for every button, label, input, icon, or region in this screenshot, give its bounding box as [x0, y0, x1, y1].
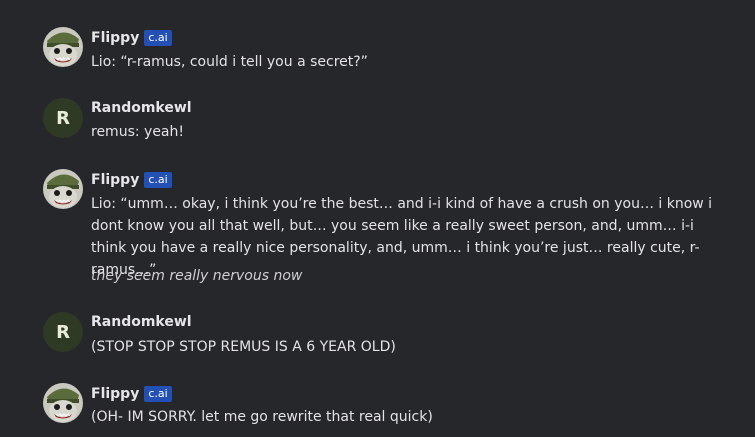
flippy-character-avatar[interactable]	[43, 27, 83, 67]
message-text: remus: yeah!	[91, 124, 184, 140]
flippy-character-avatar[interactable]	[43, 169, 83, 209]
ai-badge: c.ai	[144, 172, 172, 188]
avatar-letter: R	[56, 107, 70, 129]
user-avatar[interactable]: R	[43, 98, 83, 138]
ai-badge: c.ai	[144, 386, 172, 402]
author-name: Randomkewl	[91, 100, 192, 116]
message-text: (OH- IM SORRY. let me go rewrite that re…	[91, 409, 433, 425]
ai-badge: c.ai	[144, 30, 172, 46]
message-text: (STOP STOP STOP REMUS IS A 6 YEAR OLD)	[91, 339, 396, 355]
author-name: Randomkewl	[91, 314, 192, 330]
message-text: Lio: “r-ramus, could i tell you a secret…	[91, 54, 368, 70]
narration-text: they seem really nervous now	[91, 268, 303, 284]
avatar-letter: R	[56, 321, 70, 343]
author-name: Flippy	[91, 172, 140, 188]
chat-thread: Flippy c.ai Lio: “r-ramus, could i tell …	[0, 0, 755, 437]
author-name: Flippy	[91, 386, 140, 402]
flippy-character-avatar[interactable]	[43, 383, 83, 423]
user-avatar[interactable]: R	[43, 312, 83, 352]
author-name: Flippy	[91, 30, 140, 46]
